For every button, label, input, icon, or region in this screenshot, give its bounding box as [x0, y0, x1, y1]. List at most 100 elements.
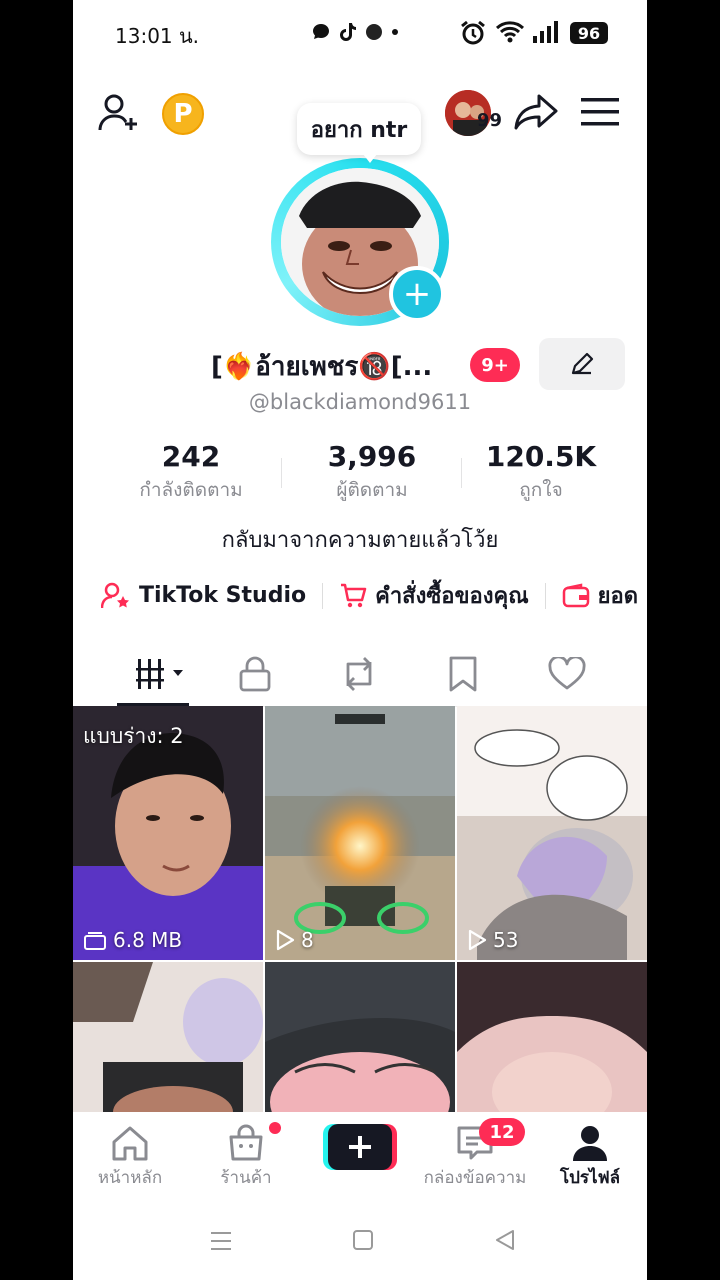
wallet-label: ยอด [597, 584, 639, 609]
grid-item-video[interactable] [73, 962, 263, 1112]
thumbnail-game [265, 706, 455, 960]
app-screen: 13:01 น. 96 P 99 [73, 0, 647, 1280]
view-count: 8 [301, 928, 314, 952]
battery-indicator: 96 [570, 22, 608, 44]
add-avatar-plus-icon[interactable]: + [389, 266, 445, 322]
nav-shop-label: ร้านค้า [220, 1168, 272, 1188]
system-nav-bar [73, 1200, 647, 1280]
edit-name-button[interactable] [539, 338, 625, 390]
stat-label: ถูกใจ [519, 479, 563, 501]
orders-link[interactable]: คำสั่งซื้อของคุณ [339, 578, 529, 613]
grid-item-video[interactable]: 8 [265, 706, 455, 960]
stat-value: 3,996 [327, 440, 417, 473]
drafts-count: แบบร่าง: 2 [83, 724, 184, 748]
stat-value: 120.5K [485, 440, 597, 473]
more-dot-icon [392, 29, 398, 35]
link-divider [322, 582, 324, 609]
drafts-label: แบบร่าง: 2 [83, 720, 184, 753]
share-icon[interactable] [513, 92, 559, 132]
nav-shop[interactable]: ร้านค้า [191, 1124, 301, 1191]
profile-person-icon [573, 1126, 607, 1161]
tiktok-icon [340, 23, 356, 41]
views-label: 53 [467, 928, 518, 952]
display-name: [❤️‍🔥อ้ายเพชร🔞[... [211, 352, 433, 382]
play-icon [276, 929, 295, 951]
content-tabs [73, 640, 647, 707]
wallet-link[interactable]: ยอด [562, 578, 638, 613]
stat-value: 242 [161, 440, 221, 473]
wifi-icon [495, 21, 525, 43]
create-button[interactable] [323, 1124, 397, 1170]
status-time: 13:01 น. [115, 24, 200, 48]
nav-profile[interactable]: โปรไฟล์ [535, 1124, 645, 1191]
name-badge[interactable]: 9+ [470, 348, 520, 382]
add-friend-icon[interactable] [97, 92, 141, 134]
home-icon [112, 1126, 148, 1161]
status-bar: 13:01 น. 96 [73, 0, 647, 66]
alarm-icon [461, 20, 485, 45]
recent-apps-icon[interactable] [209, 1230, 233, 1252]
points-label: P [173, 99, 193, 129]
nav-inbox-label: กล่องข้อความ [423, 1168, 527, 1188]
views-label: 8 [275, 928, 314, 952]
profile-links-row: TikTok Studio คำสั่งซื้อของคุณ ยอด [101, 578, 638, 613]
bubble-tail-icon [363, 154, 377, 163]
grid-item-video[interactable]: 53 [457, 706, 647, 960]
grid-item-video[interactable] [265, 962, 455, 1112]
heart-icon [548, 657, 586, 690]
thumbnail-anime [457, 962, 647, 1112]
play-icon [468, 929, 487, 951]
grid-item-video[interactable] [457, 962, 647, 1112]
lock-icon [239, 656, 271, 692]
note-bubble[interactable]: อยาก ntr [297, 103, 421, 155]
home-square-icon[interactable] [351, 1228, 375, 1252]
studio-label: TikTok Studio [139, 583, 307, 608]
stat-divider [461, 458, 462, 488]
stat-label: ผู้ติดตาม [336, 479, 408, 501]
orders-label: คำสั่งซื้อของคุณ [375, 584, 529, 609]
tab-favorites[interactable] [433, 652, 493, 696]
notification-icons [311, 22, 399, 42]
nav-profile-label: โปรไฟล์ [559, 1168, 621, 1188]
signal-icon [533, 21, 558, 43]
thumbnail-anime [265, 962, 455, 1112]
stat-followers[interactable]: 3,996 ผู้ติดตาม [301, 440, 443, 505]
repost-icon [346, 657, 372, 691]
tab-reposts[interactable] [329, 652, 389, 696]
wallet-icon [562, 582, 589, 607]
thumbnail-manga [73, 962, 263, 1112]
viewers-count: 99 [477, 110, 503, 131]
tiktok-studio-link[interactable]: TikTok Studio [101, 582, 306, 610]
thumbnail-manga [457, 706, 647, 960]
inbox-count-badge: 12 [479, 1118, 525, 1146]
stat-label: กำลังติดตาม [139, 479, 243, 501]
nav-home[interactable]: หน้าหลัก [75, 1124, 185, 1191]
back-triangle-icon[interactable] [493, 1228, 517, 1252]
draft-size: 6.8 MB [113, 928, 183, 952]
draft-size-label: 6.8 MB [83, 928, 182, 952]
view-count: 53 [493, 928, 519, 952]
stat-divider [281, 458, 282, 488]
grid-item-drafts[interactable]: แบบร่าง: 2 6.8 MB [73, 706, 263, 960]
note-text: อยาก ntr [310, 117, 408, 143]
tab-liked[interactable] [537, 652, 597, 696]
stack-icon [84, 932, 106, 950]
grid-bars-icon [136, 659, 183, 689]
bookmark-icon [449, 656, 477, 692]
tab-videos[interactable] [125, 652, 195, 696]
shop-notification-dot [269, 1122, 281, 1134]
user-handle: @blackdiamond9611 [248, 390, 472, 414]
create-plus-icon [323, 1124, 397, 1170]
stat-likes[interactable]: 120.5K ถูกใจ [471, 440, 611, 505]
tab-private[interactable] [225, 652, 285, 696]
pencil-icon [571, 352, 594, 375]
points-coin-icon[interactable]: P [162, 93, 204, 135]
menu-icon[interactable] [581, 96, 619, 128]
app-circle-icon [366, 24, 382, 40]
cart-icon [341, 583, 367, 607]
link-divider [544, 582, 546, 609]
stat-following[interactable]: 242 กำลังติดตาม [121, 440, 261, 505]
profile-bio: กลับมาจากความตายแล้วโว้ย [221, 528, 499, 553]
studio-person-star-icon [101, 582, 129, 608]
nav-home-label: หน้าหลัก [97, 1168, 163, 1188]
